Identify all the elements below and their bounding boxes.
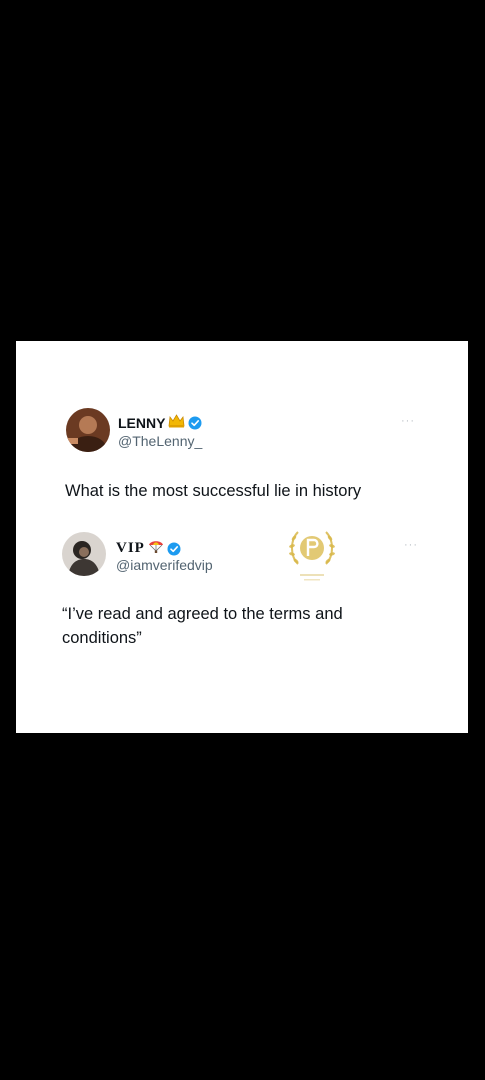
more-options-icon[interactable]: ··· [404,540,418,551]
lenny-avatar[interactable] [66,408,110,452]
vip-handle[interactable]: @iamverifedvip [116,557,213,573]
verified-check-icon [188,416,202,430]
tweet-screenshot-card: LENNY @TheLenny_ ··· What is the most su… [16,341,468,733]
parachute-icon [148,538,164,559]
laurel-logo-watermark [286,524,338,593]
lenny-handle[interactable]: @TheLenny_ [118,433,202,449]
vip-avatar[interactable] [62,532,106,576]
more-options-icon[interactable]: ··· [401,416,415,427]
lenny-display-name[interactable]: LENNY [118,414,202,431]
tweet2-text: “I’ve read and agreed to the terms and c… [62,605,343,647]
vip-name-text: VIP [116,540,145,556]
tweet1-text: What is the most successful lie in histo… [65,482,362,500]
verified-check-icon [167,542,181,556]
vip-display-name[interactable]: VIP [116,538,181,559]
crown-icon [168,414,185,431]
lenny-name-text: LENNY [118,414,166,431]
